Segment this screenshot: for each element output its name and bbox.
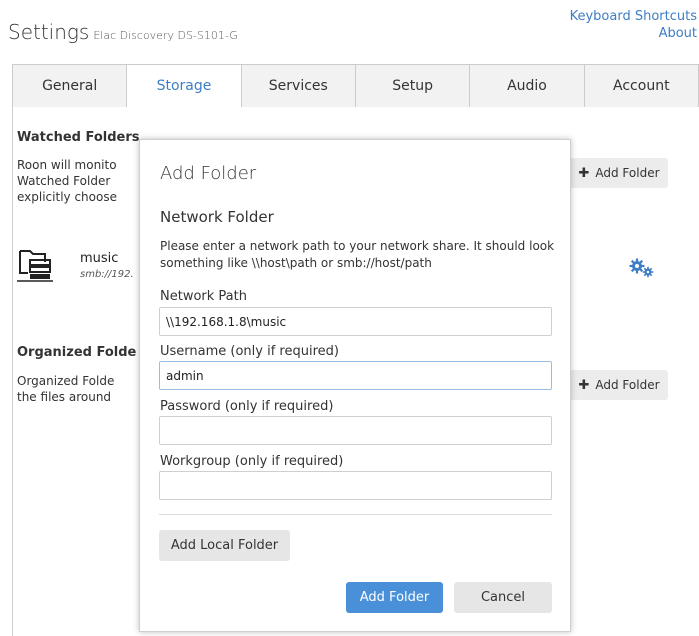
- password-label: Password (only if required): [160, 399, 334, 414]
- dialog-divider: [159, 514, 552, 515]
- add-organized-folder-label: Add Folder: [595, 378, 660, 392]
- page-title: Settings Elac Discovery DS-S101-G: [8, 20, 238, 44]
- add-watched-folder-button[interactable]: ✚ Add Folder: [570, 158, 668, 188]
- plus-icon: ✚: [578, 377, 590, 393]
- settings-title: Settings: [8, 20, 90, 44]
- tab-setup[interactable]: Setup: [354, 64, 470, 108]
- about-link[interactable]: About: [570, 25, 697, 42]
- watched-folder-name: music: [80, 251, 119, 266]
- add-folder-submit-button[interactable]: Add Folder: [346, 582, 443, 613]
- network-path-input[interactable]: [159, 307, 552, 336]
- plus-icon: ✚: [578, 165, 590, 181]
- workgroup-input[interactable]: [159, 471, 552, 500]
- add-folder-dialog: Add Folder Network Folder Please enter a…: [139, 139, 571, 632]
- tab-audio[interactable]: Audio: [469, 64, 584, 108]
- username-input[interactable]: [159, 361, 552, 390]
- password-input[interactable]: [159, 416, 552, 445]
- tab-general[interactable]: General: [12, 64, 127, 108]
- workgroup-label: Workgroup (only if required): [160, 454, 344, 469]
- tab-storage[interactable]: Storage: [126, 64, 241, 108]
- cancel-button[interactable]: Cancel: [454, 582, 552, 613]
- keyboard-shortcuts-link[interactable]: Keyboard Shortcuts: [570, 8, 697, 25]
- device-name: Elac Discovery DS-S101-G: [93, 29, 238, 42]
- gears-icon[interactable]: [628, 258, 656, 278]
- watched-folders-description: Roon will monito Watched Folder explicit…: [17, 158, 117, 204]
- tab-services[interactable]: Services: [240, 64, 355, 108]
- watched-folders-title: Watched Folders: [17, 130, 140, 145]
- add-local-folder-button[interactable]: Add Local Folder: [159, 530, 290, 561]
- settings-tabs: General Storage Services Setup Audio Acc…: [12, 64, 699, 108]
- username-label: Username (only if required): [160, 344, 339, 359]
- top-links: Keyboard Shortcuts About: [570, 8, 697, 42]
- tab-account[interactable]: Account: [583, 64, 699, 108]
- network-path-label: Network Path: [160, 289, 247, 304]
- watched-folder-path: smb://192.: [80, 269, 134, 280]
- dialog-subtitle: Network Folder: [160, 208, 274, 226]
- add-organized-folder-button[interactable]: ✚ Add Folder: [570, 370, 668, 400]
- dialog-title: Add Folder: [160, 163, 257, 184]
- dialog-description: Please enter a network path to your netw…: [160, 239, 555, 270]
- organized-folders-description: Organized Folde the files around: [17, 374, 115, 404]
- folder-server-icon: [17, 250, 53, 282]
- organized-folders-title: Organized Folde: [17, 345, 137, 360]
- add-watched-folder-label: Add Folder: [595, 166, 660, 180]
